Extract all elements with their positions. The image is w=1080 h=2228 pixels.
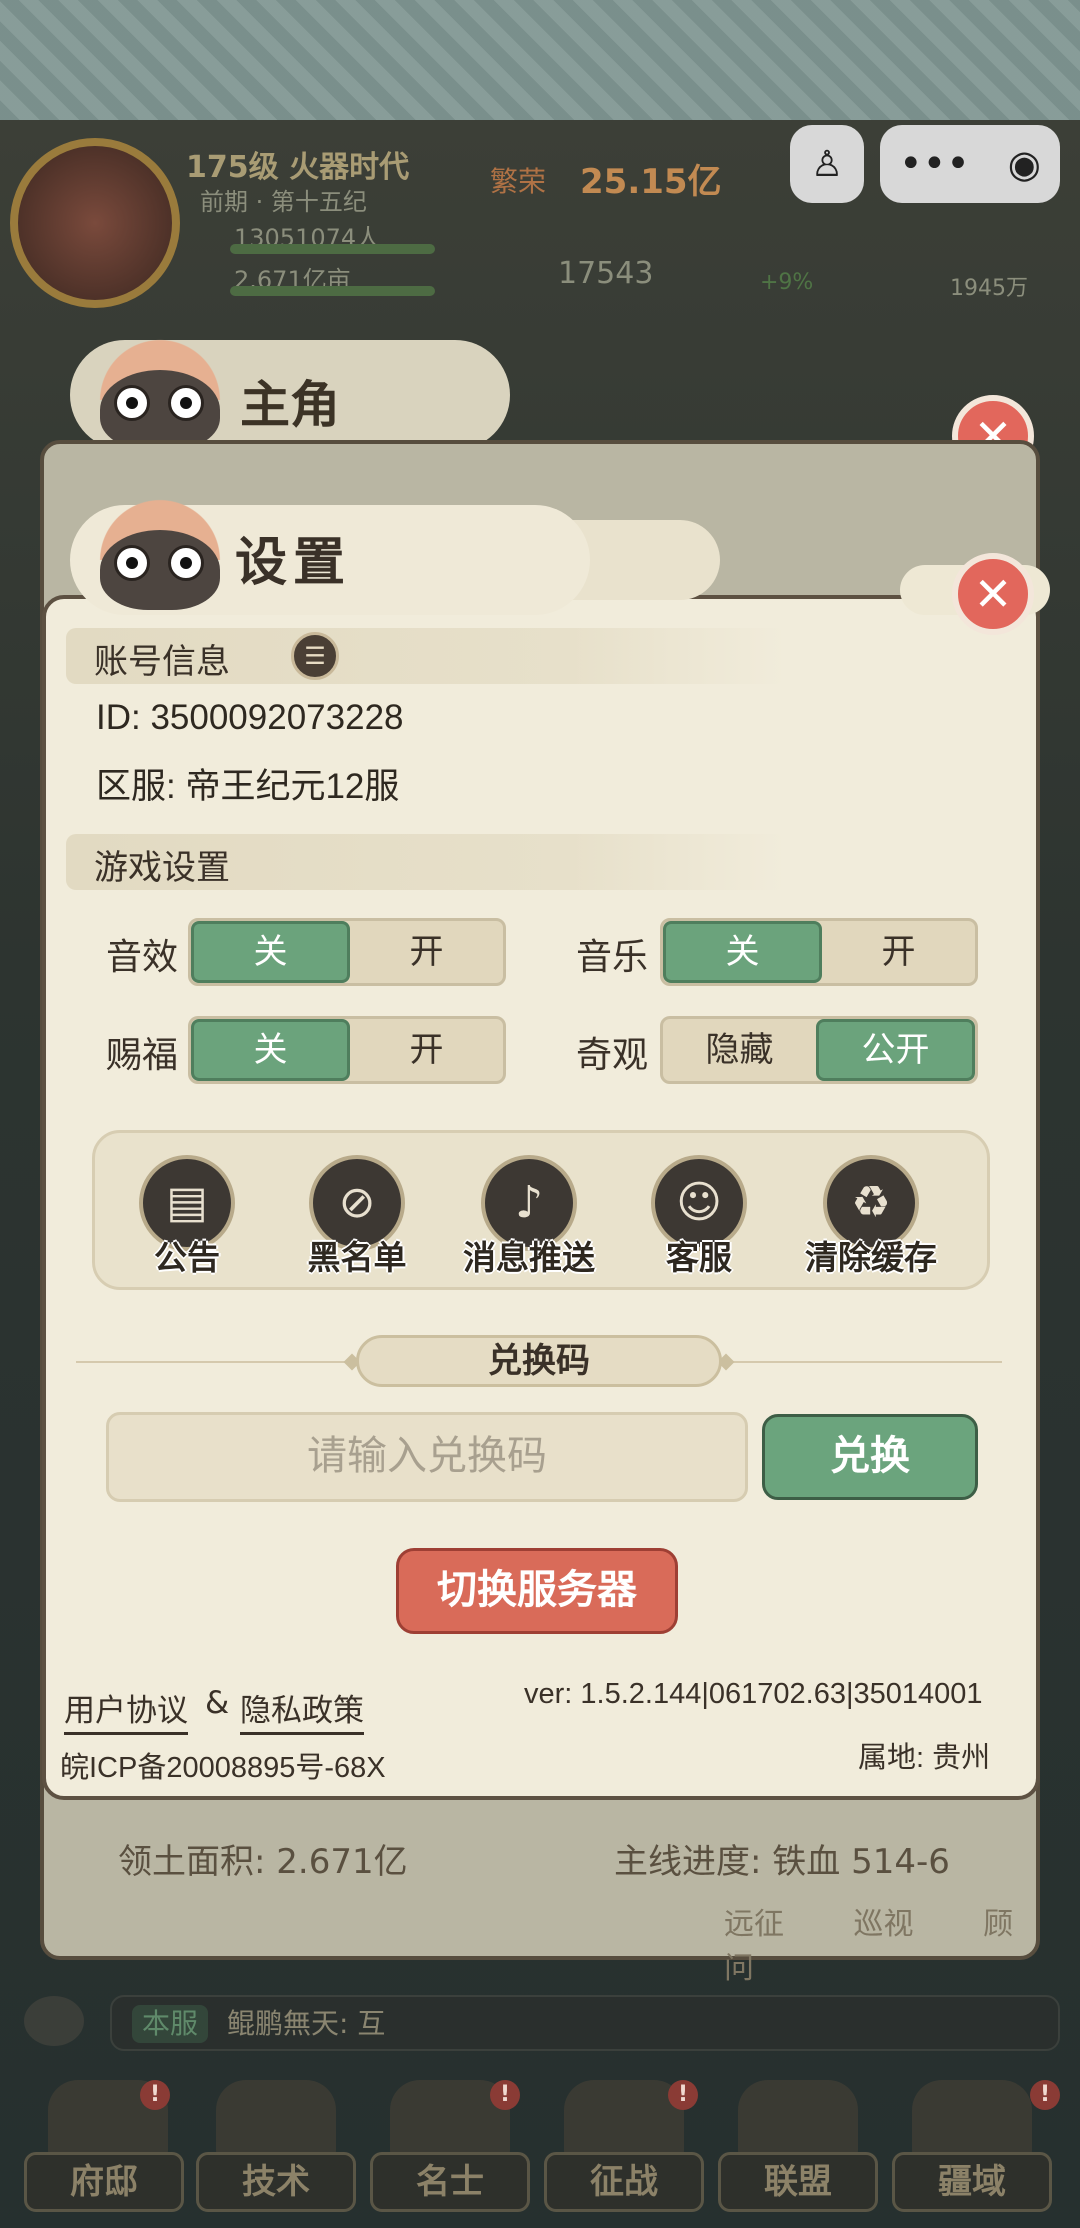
profile-capsule-button[interactable]: ♙ — [790, 125, 864, 203]
announcement-label: 公告 — [154, 1239, 220, 1276]
population-bar — [230, 244, 435, 254]
redeem-button[interactable]: 兑换 — [762, 1414, 978, 1500]
nav-battle[interactable]: 征战 — [544, 2152, 704, 2212]
chat-bar[interactable]: 本服 鲲鹏無天: 互 — [110, 1995, 1060, 2051]
dialog-mascot — [80, 490, 240, 620]
sound-effect-label: 音效 — [106, 936, 179, 977]
era-stage: 前期 · 第十五纪 — [200, 188, 367, 216]
gold-amount: 25.15亿 — [580, 162, 722, 202]
blessing-on[interactable]: 开 — [350, 1019, 503, 1081]
copy-info-icon[interactable]: ☰ — [291, 632, 339, 680]
bottom-nav: ! 府邸 技术 ! 名士 ! 征战 联盟 ! 疆域 — [0, 2080, 1080, 2228]
main-progress-stat: 主线进度: 铁血 514-6 — [614, 1842, 950, 1882]
redeem-divider-right — [732, 1361, 1002, 1363]
growth-rate: +9% — [760, 270, 814, 295]
wonder-label: 奇观 — [576, 1034, 649, 1075]
battle-badge: ! — [668, 2080, 698, 2110]
land-bar — [230, 286, 435, 296]
blessing-toggle[interactable]: 关 开 — [188, 1016, 506, 1084]
chat-server-tag: 本服 — [132, 2005, 209, 2043]
account-id: ID: 3500092073228 — [96, 698, 404, 737]
back-panel-links: 远征 巡视 顾问 — [724, 1899, 1036, 1987]
account-section-label: 账号信息 — [94, 643, 230, 681]
close-target-icon[interactable]: ◉ — [1008, 142, 1041, 186]
nav-alliance[interactable]: 联盟 — [718, 2152, 878, 2212]
top-banner — [0, 0, 1080, 120]
wonder-toggle[interactable]: 隐藏 公开 — [660, 1016, 978, 1084]
wonder-hide[interactable]: 隐藏 — [663, 1019, 816, 1081]
redeem-title: 兑换码 — [356, 1335, 722, 1387]
nav-tech[interactable]: 技术 — [196, 2152, 356, 2212]
server-name: 区服: 帝王纪元12服 — [96, 767, 400, 806]
switch-server-button[interactable]: 切换服务器 — [396, 1548, 678, 1634]
player-avatar[interactable] — [10, 138, 180, 308]
land-area-stat: 领土面积: 2.671亿 — [118, 1842, 408, 1882]
blessing-off[interactable]: 关 — [191, 1019, 350, 1081]
icp-number: 皖ICP备20008895号-68X — [60, 1752, 386, 1784]
food-amount: 17543 — [558, 256, 654, 291]
account-section-header: 账号信息 ☰ — [66, 628, 786, 684]
music-toggle[interactable]: 关 开 — [660, 918, 978, 986]
dialog-title: 设置 — [235, 532, 352, 593]
ip-location: 属地: 贵州 — [858, 1742, 991, 1774]
customer-service-button[interactable]: ☺ 客服 — [614, 1155, 784, 1279]
scholar-badge: ! — [490, 2080, 520, 2110]
user-agreement-link[interactable]: 用户协议 — [64, 1685, 188, 1735]
nav-territory[interactable]: 疆域 — [892, 2152, 1052, 2212]
redeem-divider-left — [76, 1361, 346, 1363]
clear-cache-label: 清除缓存 — [805, 1239, 937, 1276]
nav-mansion[interactable]: 府邸 — [24, 2152, 184, 2212]
chat-icon[interactable] — [24, 1996, 84, 2046]
sound-effect-on[interactable]: 开 — [350, 921, 503, 983]
back-panel-title: 主角 — [240, 375, 340, 434]
customer-service-label: 客服 — [666, 1239, 732, 1276]
chat-message: 鲲鹏無天: 互 — [227, 2007, 386, 2040]
level-era: 175级 火器时代 — [186, 150, 410, 185]
clear-cache-button[interactable]: ♻ 清除缓存 — [786, 1155, 956, 1279]
mansion-badge: ! — [140, 2080, 170, 2110]
version-info: ver: 1.5.2.144|061702.63|35014001 — [524, 1678, 983, 1710]
user-icon: ♙ — [810, 143, 844, 185]
game-section-label: 游戏设置 — [94, 849, 230, 887]
mini-program-capsule: ••• ◉ — [880, 125, 1060, 203]
music-off[interactable]: 关 — [663, 921, 822, 983]
more-icon[interactable]: ••• — [899, 144, 970, 184]
privacy-policy-link[interactable]: 隐私政策 — [240, 1685, 364, 1735]
territory-badge: ! — [1030, 2080, 1060, 2110]
resource-amount: 1945万 — [950, 276, 1028, 301]
wonder-public[interactable]: 公开 — [816, 1019, 975, 1081]
inspect-link[interactable]: 巡视 — [854, 1907, 914, 1942]
blacklist-button[interactable]: ⊘ 黑名单 — [272, 1155, 442, 1279]
expedition-link[interactable]: 远征 — [724, 1907, 784, 1942]
push-notification-label: 消息推送 — [463, 1239, 595, 1276]
push-notification-button[interactable]: ♪ 消息推送 — [444, 1155, 614, 1279]
gold-prefix: 繁荣 — [490, 165, 547, 198]
sound-effect-toggle[interactable]: 关 开 — [188, 918, 506, 986]
dialog-close-button[interactable]: ✕ — [952, 553, 1034, 635]
blessing-label: 赐福 — [106, 1034, 179, 1075]
redeem-code-input[interactable]: 请输入兑换码 — [106, 1412, 748, 1502]
sound-effect-off[interactable]: 关 — [191, 921, 350, 983]
music-label: 音乐 — [576, 936, 649, 977]
announcement-button[interactable]: ▤ 公告 — [102, 1155, 272, 1279]
footer-ampersand: & — [205, 1685, 230, 1721]
game-section-header: 游戏设置 — [66, 834, 786, 890]
music-on[interactable]: 开 — [822, 921, 975, 983]
nav-scholar[interactable]: 名士 — [370, 2152, 530, 2212]
blacklist-label: 黑名单 — [307, 1239, 407, 1276]
